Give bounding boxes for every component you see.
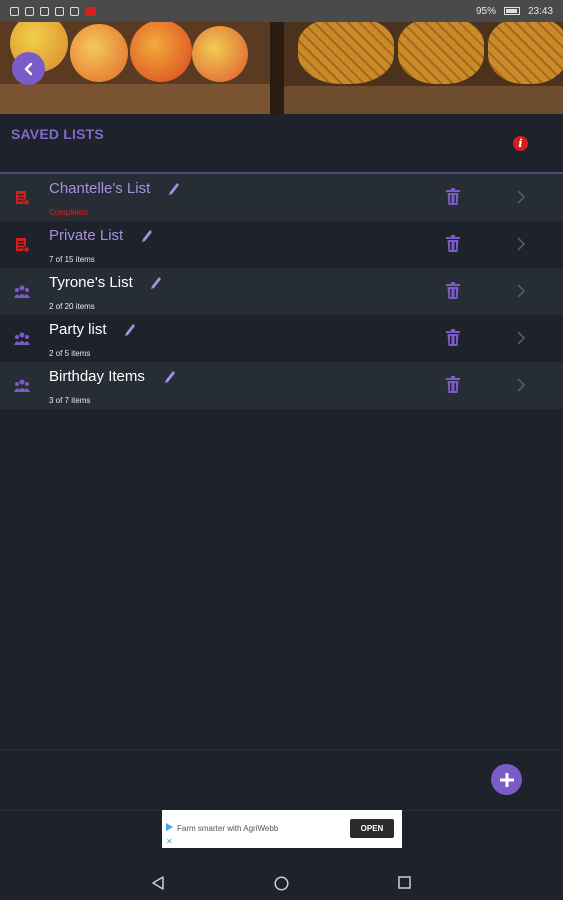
pineapple-fruit: [398, 22, 484, 84]
clock: 23:43: [527, 5, 553, 17]
app-notification-icon: [85, 6, 96, 16]
list-item[interactable]: Tyrone's List 2 of 20 items: [0, 268, 563, 315]
system-nav-bar: [0, 858, 563, 900]
crate-board: [284, 86, 563, 114]
back-button[interactable]: [12, 52, 45, 85]
group-icon: [14, 285, 30, 298]
settings-icon: [55, 6, 64, 16]
crate-board: [0, 84, 270, 114]
battery-icon: [503, 7, 520, 15]
info-icon[interactable]: i: [513, 136, 528, 151]
group-icon: [14, 332, 30, 345]
list-item[interactable]: Birthday Items 3 of 7 items: [0, 362, 563, 409]
play-icon: [70, 6, 79, 16]
list-red-icon: [16, 191, 30, 206]
apple-fruit: [130, 22, 192, 82]
chevron-right-icon[interactable]: [516, 190, 526, 204]
ad-close-icon[interactable]: ✕: [166, 837, 173, 846]
edit-icon[interactable]: [124, 323, 136, 337]
list-title: Tyrone's List: [49, 274, 133, 291]
edit-icon[interactable]: [168, 182, 180, 196]
trash-icon[interactable]: [445, 376, 461, 394]
ad-choices-icon[interactable]: [166, 823, 173, 831]
trash-icon[interactable]: [445, 235, 461, 253]
list-item[interactable]: Chantelle's List Completed: [0, 174, 563, 221]
ad-banner[interactable]: ✕ Farm smarter with AgriWebb OPEN: [162, 810, 402, 848]
list-item[interactable]: Private List 7 of 15 items: [0, 221, 563, 268]
trash-icon[interactable]: [445, 282, 461, 300]
chevron-right-icon[interactable]: [516, 378, 526, 392]
chevron-right-icon[interactable]: [516, 284, 526, 298]
status-bar: 95% 23:43: [0, 0, 563, 22]
add-list-button[interactable]: [491, 764, 522, 795]
chevron-right-icon[interactable]: [516, 237, 526, 251]
list-title: Party list: [49, 321, 107, 338]
check-icon: [40, 6, 49, 16]
apple-fruit: [70, 24, 128, 82]
screen: 95% 23:43 SAVED LISTS i Chantelle's List…: [0, 0, 563, 900]
edit-icon[interactable]: [141, 229, 153, 243]
list-status: 3 of 7 items: [49, 396, 91, 405]
list-status: Completed: [49, 208, 88, 217]
trash-icon[interactable]: [445, 188, 461, 206]
list-title: Birthday Items: [49, 368, 145, 385]
list-status: 2 of 5 items: [49, 349, 91, 358]
wifi-icon: [10, 6, 19, 16]
ad-open-button[interactable]: OPEN: [350, 819, 394, 838]
list-item[interactable]: Party list 2 of 5 items: [0, 315, 563, 362]
nav-home-icon[interactable]: [274, 876, 289, 891]
ad-text: Farm smarter with AgriWebb: [177, 824, 279, 833]
list-status: 2 of 20 items: [49, 302, 95, 311]
battery-percent: 95%: [475, 5, 496, 17]
edit-icon[interactable]: [150, 276, 162, 290]
list-status: 7 of 15 items: [49, 255, 95, 264]
list-title: Chantelle's List: [49, 180, 151, 197]
trash-icon[interactable]: [445, 329, 461, 347]
list-title: Private List: [49, 227, 124, 244]
chevron-right-icon[interactable]: [516, 331, 526, 345]
apple-fruit: [192, 26, 248, 82]
group-icon: [14, 379, 30, 392]
pineapple-fruit: [298, 22, 394, 84]
title-bar: SAVED LISTS i: [0, 114, 563, 174]
crate-gap: [270, 22, 284, 114]
cloud-icon: [25, 6, 34, 16]
header-image: [0, 22, 563, 114]
plus-icon: [499, 772, 514, 787]
saved-lists: Chantelle's List Completed Private List …: [0, 174, 563, 409]
notification-icons: [10, 6, 96, 16]
list-red-icon: [16, 238, 30, 253]
divider: [0, 749, 563, 750]
page-title: SAVED LISTS: [11, 126, 104, 142]
pineapple-fruit: [488, 22, 563, 84]
nav-back-icon[interactable]: [151, 876, 165, 890]
chevron-left-icon: [24, 62, 32, 75]
edit-icon[interactable]: [164, 370, 176, 384]
nav-recents-icon[interactable]: [398, 876, 411, 889]
